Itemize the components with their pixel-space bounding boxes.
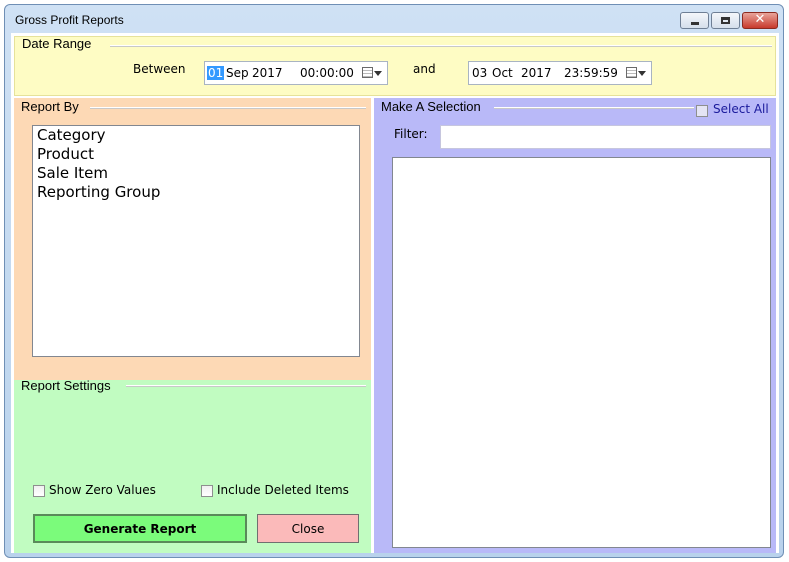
from-date-picker[interactable]: 01 Sep 2017 00:00:00 xyxy=(204,61,388,85)
select-all-checkbox[interactable] xyxy=(696,105,708,117)
list-item[interactable]: Category xyxy=(33,126,359,145)
window-title: Gross Profit Reports xyxy=(15,13,124,27)
include-deleted-checkbox[interactable] xyxy=(201,485,213,497)
select-all-label[interactable]: Select All xyxy=(713,102,769,116)
between-label: Between xyxy=(133,62,186,76)
from-year[interactable]: 2017 xyxy=(252,66,283,80)
date-range-panel: Date Range Between 01 Sep 2017 00:00:00 … xyxy=(14,36,776,96)
to-time[interactable]: 23:59:59 xyxy=(564,66,618,80)
close-button[interactable]: Close xyxy=(257,514,359,543)
window-close-button[interactable]: ✕ xyxy=(742,12,778,29)
generate-report-button[interactable]: Generate Report xyxy=(33,514,247,543)
maximize-icon xyxy=(721,17,730,24)
list-item[interactable]: Reporting Group xyxy=(33,183,359,202)
from-month[interactable]: Sep xyxy=(226,66,249,80)
minimize-icon xyxy=(691,22,699,25)
chevron-down-icon[interactable] xyxy=(374,71,382,76)
from-time[interactable]: 00:00:00 xyxy=(300,66,354,80)
settings-divider xyxy=(126,385,366,387)
calendar-icon[interactable] xyxy=(362,67,373,78)
chevron-down-icon[interactable] xyxy=(638,71,646,76)
window-client: Date Range Between 01 Sep 2017 00:00:00 … xyxy=(11,33,779,553)
from-day[interactable]: 01 xyxy=(207,66,225,80)
and-label: and xyxy=(413,62,436,76)
filter-label: Filter: xyxy=(394,127,428,141)
to-date-picker[interactable]: 03 Oct 2017 23:59:59 xyxy=(468,61,652,85)
minimize-button[interactable] xyxy=(680,12,709,29)
report-by-divider xyxy=(90,107,366,109)
report-settings-title: Report Settings xyxy=(21,378,111,393)
date-range-divider xyxy=(110,45,772,47)
list-item[interactable]: Sale Item xyxy=(33,164,359,183)
filter-input[interactable] xyxy=(440,125,771,149)
include-deleted-label[interactable]: Include Deleted Items xyxy=(217,483,349,497)
show-zero-values-checkbox[interactable] xyxy=(33,485,45,497)
selection-list[interactable] xyxy=(392,157,771,548)
maximize-button[interactable] xyxy=(711,12,740,29)
title-bar[interactable]: Gross Profit Reports ✕ xyxy=(5,5,783,35)
calendar-icon[interactable] xyxy=(626,67,637,78)
gross-profit-window: Gross Profit Reports ✕ Date Range Betwee… xyxy=(4,4,784,558)
list-item[interactable]: Product xyxy=(33,145,359,164)
show-zero-values-label[interactable]: Show Zero Values xyxy=(49,483,156,497)
to-year[interactable]: 2017 xyxy=(521,66,552,80)
to-month[interactable]: Oct xyxy=(492,66,513,80)
close-icon: ✕ xyxy=(754,12,766,27)
make-selection-title: Make A Selection xyxy=(381,99,481,114)
to-day[interactable]: 03 xyxy=(472,66,487,80)
report-by-title: Report By xyxy=(21,99,79,114)
selection-divider xyxy=(494,107,694,109)
date-range-title: Date Range xyxy=(22,36,92,51)
report-by-list[interactable]: Category Product Sale Item Reporting Gro… xyxy=(32,125,360,357)
